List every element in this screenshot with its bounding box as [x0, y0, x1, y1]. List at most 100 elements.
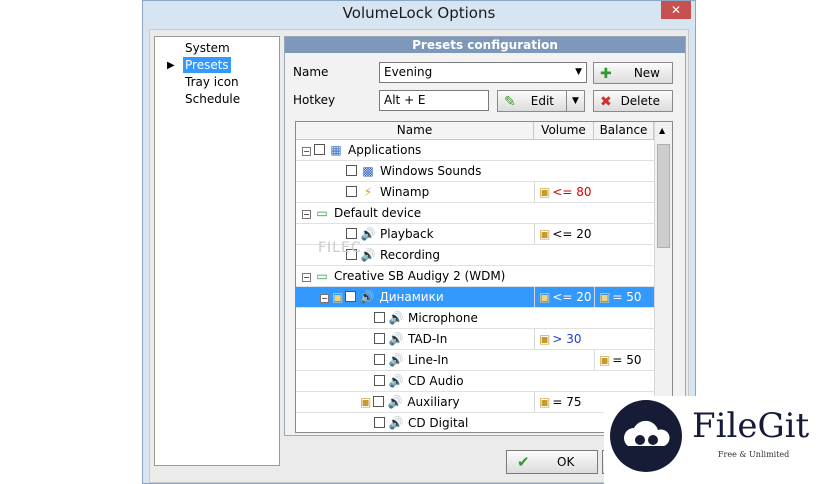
column-name[interactable]: Name [296, 122, 534, 140]
row-checkbox[interactable] [374, 417, 385, 428]
tree-row[interactable]: ▩ Windows Sounds [296, 161, 654, 182]
volume-limit: = 75 [552, 395, 582, 409]
lock-icon: ▣ [360, 395, 372, 409]
panel-header: Presets configuration [285, 37, 685, 53]
row-checkbox[interactable] [374, 312, 385, 323]
row-name: Default device [334, 206, 422, 220]
edit-button-label: Edit [530, 94, 554, 108]
nav-item-tray-icon[interactable]: Tray icon [183, 74, 241, 90]
hotkey-label: Hotkey [293, 93, 336, 107]
filegit-watermark: FileGit Free & Unlimited [604, 396, 836, 484]
balance-limit: = 50 [612, 290, 642, 304]
nav-item-presets[interactable]: Presets [183, 57, 231, 73]
monitor-icon: ▩ [362, 164, 374, 178]
row-checkbox[interactable] [346, 165, 357, 176]
tree-row[interactable]: − ▭ Creative SB Audigy 2 (WDM) [296, 266, 654, 287]
row-name: Line-In [408, 353, 449, 367]
tree-row-selected[interactable]: − ▣ 🔊 Динамики ▣ <= 20 ▣ = 50 [296, 287, 654, 308]
row-name: Динамики [379, 290, 444, 304]
tree-row[interactable]: ⚡ Winamp ▣ <= 80 [296, 182, 654, 203]
hotkey-field[interactable]: Alt + E [379, 90, 489, 111]
tree-row[interactable]: − ▭ Default device [296, 203, 654, 224]
row-name: TAD-In [408, 332, 448, 346]
applications-icon: ▦ [330, 143, 342, 157]
tree-row[interactable]: 🔊 Line-In ▣ = 50 [296, 350, 654, 371]
speaker-icon: 🔊 [388, 311, 404, 325]
row-name: CD Digital [408, 416, 469, 430]
row-checkbox[interactable] [346, 228, 357, 239]
ok-button[interactable]: ✔ OK [506, 450, 598, 474]
balance-limit: = 50 [612, 353, 642, 367]
new-button[interactable]: ✚ New [593, 62, 673, 84]
tree-row[interactable]: 🔊 Microphone [296, 308, 654, 329]
row-name: Windows Sounds [380, 164, 482, 178]
tree-row[interactable]: 🔊 CD Audio [296, 371, 654, 392]
column-balance[interactable]: Balance [594, 122, 654, 140]
cloud-icon [624, 420, 670, 446]
volume-limit: <= 20 [552, 290, 592, 304]
delete-button[interactable]: ✖ Delete [593, 90, 673, 112]
filegit-logo [610, 400, 682, 472]
row-name: Recording [380, 248, 441, 262]
speaker-icon: 🔊 [388, 374, 404, 388]
tree-row[interactable]: ▣ 🔊 Auxiliary ▣ = 75 [296, 392, 654, 413]
row-checkbox[interactable] [373, 396, 385, 407]
sound-card-icon: ▭ [316, 269, 328, 283]
name-label: Name [293, 65, 329, 79]
row-name: CD Audio [408, 374, 464, 388]
lock-icon: ▣ [539, 290, 551, 304]
row-name: Playback [380, 227, 434, 241]
row-name: Creative SB Audigy 2 (WDM) [334, 269, 506, 283]
grid-scrollbar[interactable]: ▲ [654, 122, 672, 432]
preset-name-value: Evening [384, 65, 433, 79]
delete-button-label: Delete [620, 94, 660, 108]
tree-row[interactable]: 🔊 CD Digital [296, 413, 654, 432]
devices-tree-grid[interactable]: Name Volume Balance − ▦ Applications ▩ Wind… [295, 121, 673, 433]
sound-card-icon: ▭ [316, 206, 328, 220]
preset-name-select[interactable]: Evening ▼ [379, 62, 587, 83]
row-name: Winamp [380, 185, 430, 199]
ok-button-label: OK [557, 455, 575, 469]
volume-limit: > 30 [552, 332, 582, 346]
close-button[interactable]: ✕ [661, 1, 691, 19]
lock-icon: ▣ [539, 227, 551, 241]
column-volume[interactable]: Volume [534, 122, 594, 140]
lock-icon: ▣ [539, 332, 551, 346]
lock-icon: ▣ [332, 290, 344, 304]
collapse-icon[interactable]: − [302, 210, 311, 219]
speaker-icon: 🔊 [387, 395, 403, 409]
speaker-icon: 🔊 [359, 290, 375, 304]
scroll-thumb[interactable] [657, 144, 670, 248]
watermark-tagline: Free & Unlimited [718, 450, 790, 459]
nav-item-system[interactable]: System [183, 40, 232, 56]
row-checkbox[interactable] [374, 375, 385, 386]
collapse-icon[interactable]: − [302, 273, 311, 282]
options-nav: ▶ System Presets Tray icon Schedule [154, 36, 280, 466]
collapse-icon[interactable]: − [302, 147, 311, 156]
nav-item-schedule[interactable]: Schedule [183, 91, 242, 107]
row-checkbox[interactable] [374, 354, 385, 365]
row-checkbox[interactable] [345, 291, 357, 302]
row-checkbox[interactable] [374, 333, 385, 344]
lock-icon: ▣ [539, 185, 551, 199]
speaker-icon: 🔊 [388, 332, 404, 346]
lock-icon: ▣ [599, 290, 611, 304]
edit-dropdown-arrow-icon[interactable]: ▼ [566, 91, 584, 111]
speaker-icon: 🔊 [360, 248, 376, 262]
new-button-label: New [633, 66, 660, 80]
row-name: Auxiliary [407, 395, 460, 409]
speaker-icon: 🔊 [388, 416, 404, 430]
grid-header: Name Volume Balance [296, 122, 654, 140]
current-page-arrow-icon: ▶ [167, 60, 175, 71]
collapse-icon[interactable]: − [320, 294, 329, 303]
lock-icon: ▣ [539, 395, 551, 409]
row-checkbox[interactable] [346, 186, 357, 197]
volume-limit: <= 20 [552, 227, 592, 241]
tree-row[interactable]: − ▦ Applications [296, 140, 654, 161]
watermark-overlay: FILEC [318, 240, 362, 256]
row-checkbox[interactable] [314, 144, 325, 155]
scroll-up-icon[interactable]: ▲ [659, 126, 665, 135]
tree-row[interactable]: 🔊 TAD-In ▣ > 30 [296, 329, 654, 350]
edit-button[interactable]: ✎ Edit ▼ [497, 90, 585, 112]
presets-panel: Presets configuration Name Evening ▼ ✚ N… [284, 36, 686, 436]
